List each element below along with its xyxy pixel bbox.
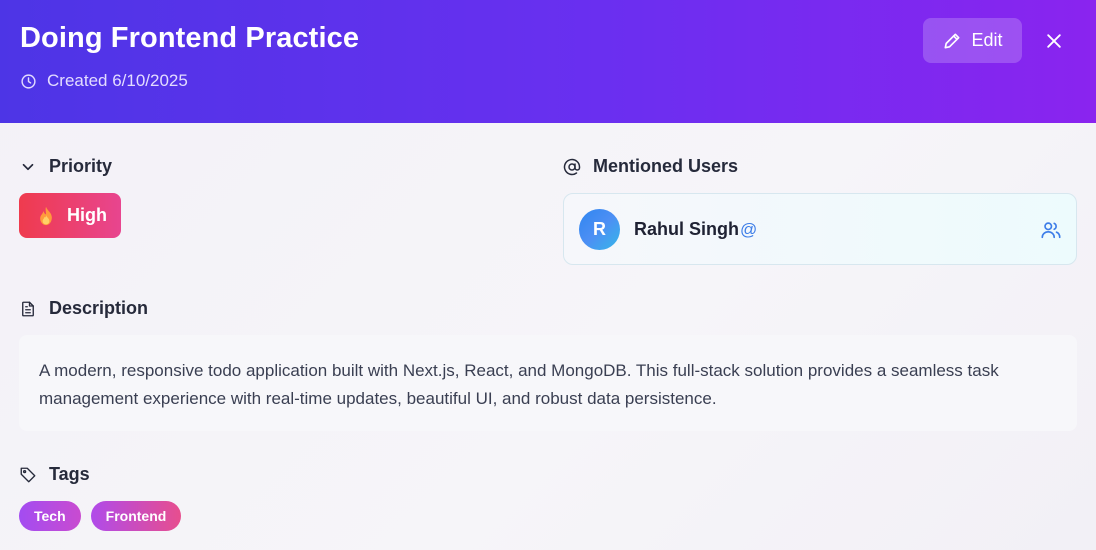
task-detail-header: Doing Frontend Practice Created 6/10/202… bbox=[0, 0, 1096, 123]
mentions-heading: Mentioned Users bbox=[563, 156, 738, 177]
tag-chip[interactable]: Tech bbox=[19, 501, 81, 531]
priority-badge: High bbox=[19, 193, 121, 238]
clock-icon bbox=[21, 73, 36, 89]
tags-heading: Tags bbox=[19, 464, 90, 485]
file-text-icon bbox=[22, 301, 34, 316]
description-heading-label: Description bbox=[49, 298, 149, 318]
mentions-heading-label: Mentioned Users bbox=[593, 156, 739, 176]
task-title: Doing Frontend Practice bbox=[20, 22, 360, 54]
close-icon bbox=[1047, 34, 1061, 48]
users-icon bbox=[1041, 222, 1061, 239]
tag-chip[interactable]: Frontend bbox=[90, 501, 182, 531]
edit-button[interactable]: Edit bbox=[923, 18, 1022, 63]
priority-heading[interactable]: Priority bbox=[19, 156, 112, 177]
avatar: R bbox=[579, 209, 620, 250]
chevron-down-icon bbox=[22, 163, 34, 170]
pencil-icon bbox=[944, 33, 960, 49]
mention-at-symbol: @ bbox=[740, 220, 758, 239]
tags-heading-label: Tags bbox=[49, 464, 90, 484]
created-date-text: Created 6/10/2025 bbox=[47, 71, 188, 90]
fire-icon bbox=[40, 206, 52, 225]
mentioned-user-name: Rahul Singh bbox=[634, 219, 739, 239]
mentioned-user-card[interactable]: R Rahul Singh @ bbox=[563, 193, 1077, 265]
tag-icon bbox=[20, 467, 36, 482]
description-text: A modern, responsive todo application bu… bbox=[19, 335, 1077, 431]
priority-heading-label: Priority bbox=[49, 156, 113, 176]
tag-list: Tech Frontend bbox=[19, 501, 182, 531]
edit-button-label: Edit bbox=[971, 30, 1003, 50]
priority-value: High bbox=[67, 205, 107, 225]
at-sign-icon bbox=[563, 158, 581, 175]
created-date: Created 6/10/2025 bbox=[20, 70, 188, 92]
description-heading: Description bbox=[19, 298, 148, 319]
close-button[interactable] bbox=[1040, 27, 1068, 55]
